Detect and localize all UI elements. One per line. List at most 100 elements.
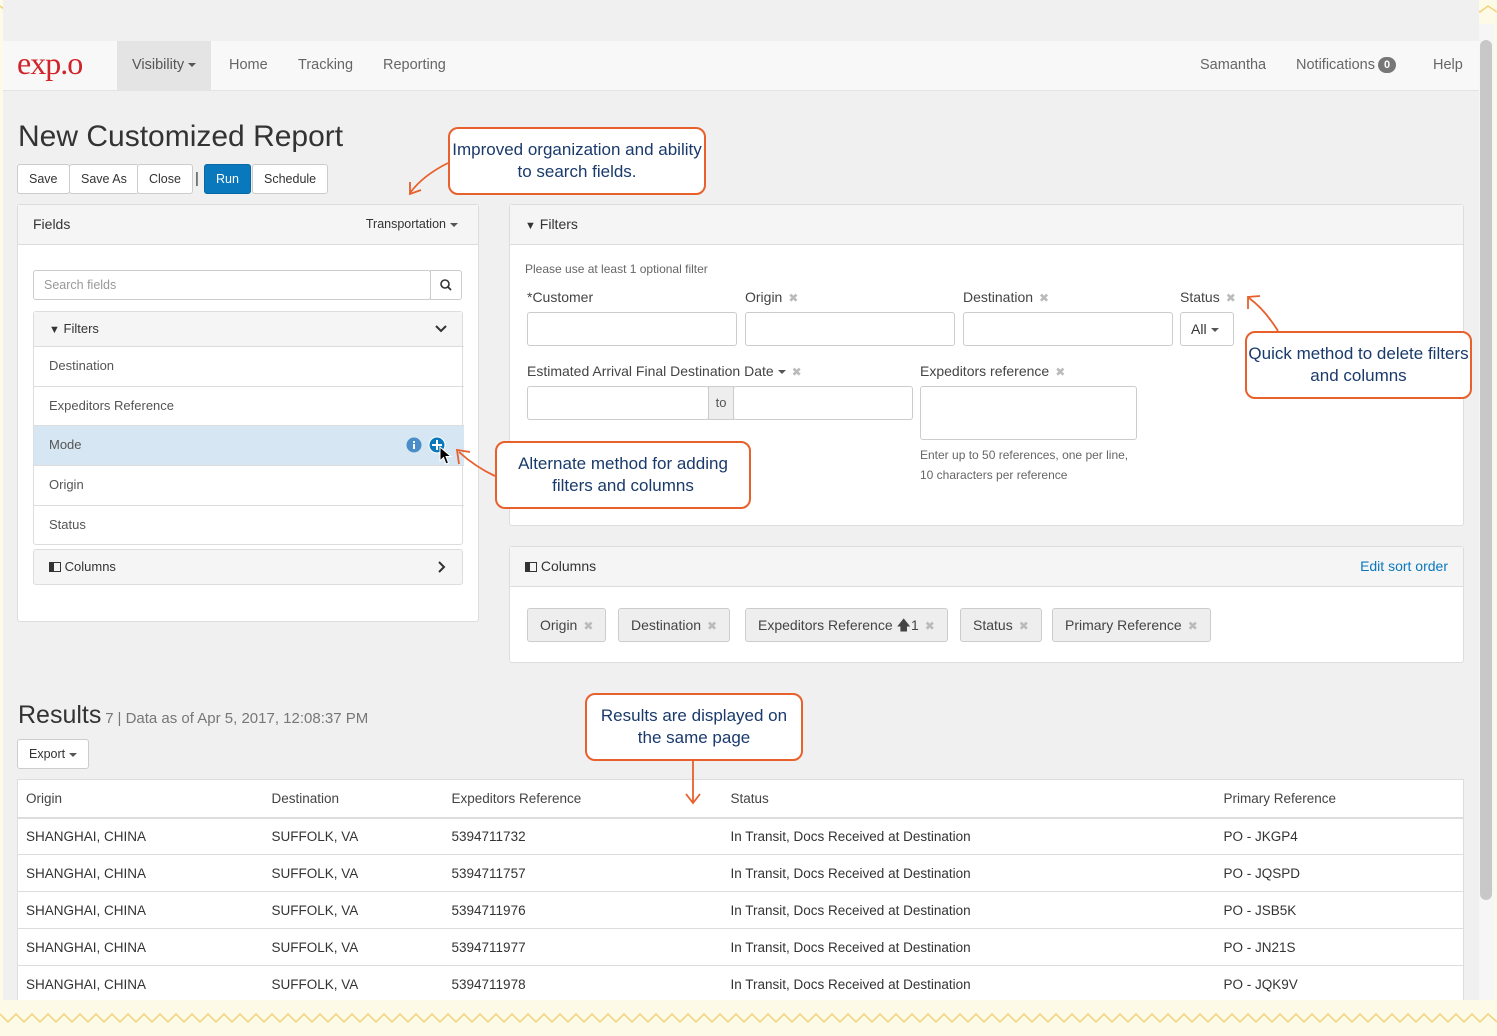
chevron-down-icon (435, 325, 447, 333)
cell-destination: SUFFOLK, VA (263, 965, 444, 1000)
filters-panel-header: ▼ Filters (510, 205, 1463, 245)
nav-help[interactable]: Help (1433, 41, 1463, 91)
page-title: New Customized Report (18, 120, 344, 153)
fields-title: Fields (33, 216, 71, 232)
reference-help-1: Enter up to 50 references, one per line, (920, 448, 1129, 462)
column-tag-primary-reference[interactable]: Primary Reference ✖ (1052, 608, 1211, 642)
date-from-input[interactable] (527, 386, 709, 420)
field-item-label: Mode (49, 437, 82, 452)
date-to-input[interactable] (733, 386, 913, 420)
destination-filter-label: Destination ✖ (963, 289, 1050, 305)
caret-down-icon (1210, 328, 1219, 333)
header-origin[interactable]: Origin (17, 779, 264, 819)
field-item-mode[interactable]: Mode (34, 425, 464, 465)
destination-input[interactable] (963, 312, 1173, 346)
header-expeditors-reference[interactable]: Expeditors Reference (443, 779, 723, 819)
nav-visibility-dropdown[interactable]: Visibility (117, 41, 212, 91)
remove-date-icon[interactable]: ✖ (792, 365, 802, 379)
field-item-destination[interactable]: Destination (34, 346, 464, 386)
nav-home[interactable]: Home (229, 41, 268, 91)
remove-tag-icon[interactable]: ✖ (707, 619, 717, 633)
header-status[interactable]: Status (722, 779, 1216, 819)
fields-panel-header: Fields Transportation (18, 205, 478, 245)
callout-delete: Quick method to delete filters and colum… (1245, 331, 1472, 399)
cell-status: In Transit, Docs Received at Destination (722, 817, 1216, 855)
column-tag-destination[interactable]: Destination ✖ (618, 608, 731, 642)
nav-reporting[interactable]: Reporting (383, 41, 446, 91)
edit-sort-order-link[interactable]: Edit sort order (1360, 547, 1448, 585)
caret-down-icon (69, 752, 78, 757)
logo[interactable]: exp.o (17, 45, 83, 82)
reference-textarea[interactable] (920, 386, 1137, 440)
caret-down-icon (450, 222, 458, 227)
remove-origin-icon[interactable]: ✖ (788, 291, 798, 305)
cell-reference: 5394711977 (443, 928, 723, 966)
export-dropdown[interactable]: Export (17, 739, 90, 769)
bottom-torn-edge (0, 1012, 1497, 1024)
results-timestamp: | Data as of Apr 5, 2017, 12:08:37 PM (117, 710, 369, 727)
schedule-button[interactable]: Schedule (252, 164, 329, 194)
date-filter-label[interactable]: Estimated Arrival Final Destination Date… (527, 363, 802, 379)
filters-accordion-header[interactable]: ▼ Filters (34, 312, 462, 346)
table-row[interactable]: SHANGHAI, CHINA SUFFOLK, VA 5394711732 In T… (17, 817, 1464, 855)
columns-icon (49, 562, 61, 572)
table-header-row: Origin Destination Expeditors Reference … (17, 779, 1464, 819)
save-as-button[interactable]: Save As (69, 164, 139, 194)
table-row[interactable]: SHANGHAI, CHINA SUFFOLK, VA 5394711757 In T… (17, 854, 1464, 892)
date-range-to: to (708, 386, 734, 420)
header-destination[interactable]: Destination (263, 779, 444, 819)
header-primary-reference[interactable]: Primary Reference (1215, 779, 1464, 819)
cell-reference: 5394711978 (443, 965, 723, 1000)
nav-notifications[interactable]: Notifications 0 (1296, 41, 1397, 91)
info-icon[interactable] (406, 437, 422, 453)
columns-accordion-header[interactable]: Columns (33, 549, 463, 585)
remove-reference-icon[interactable]: ✖ (1055, 365, 1065, 379)
field-item-status[interactable]: Status (34, 505, 464, 545)
remove-tag-icon[interactable]: ✖ (1188, 619, 1198, 633)
remove-tag-icon[interactable]: ✖ (583, 619, 593, 633)
status-select[interactable]: All (1180, 312, 1234, 346)
search-button[interactable] (430, 270, 462, 300)
save-button[interactable]: Save (17, 164, 70, 194)
field-item-expeditors-reference[interactable]: Expeditors Reference (34, 386, 464, 426)
category-dropdown[interactable]: Transportation (366, 205, 458, 243)
cell-primary-reference: PO - JSB5K (1215, 891, 1464, 929)
cell-destination: SUFFOLK, VA (263, 854, 444, 892)
button-separator: | (195, 170, 199, 187)
cell-status: In Transit, Docs Received at Destination (722, 965, 1216, 1000)
remove-tag-icon[interactable]: ✖ (925, 619, 935, 633)
top-navbar: exp.o Visibility Home Tracking Reporting… (3, 41, 1479, 91)
cell-destination: SUFFOLK, VA (263, 928, 444, 966)
scrollbar-thumb[interactable] (1480, 40, 1492, 900)
results-heading: Results 7 | Data as of Apr 5, 2017, 12:0… (18, 701, 368, 730)
table-row[interactable]: SHANGHAI, CHINA SUFFOLK, VA 5394711976 In T… (17, 891, 1464, 929)
origin-input[interactable] (745, 312, 955, 346)
cell-status: In Transit, Docs Received at Destination (722, 891, 1216, 929)
field-item-origin[interactable]: Origin (34, 465, 464, 505)
table-row[interactable]: SHANGHAI, CHINA SUFFOLK, VA 5394711977 In T… (17, 928, 1464, 966)
remove-status-icon[interactable]: ✖ (1226, 291, 1236, 305)
reference-help-2: 10 characters per reference (920, 468, 1068, 482)
run-button[interactable]: Run (204, 164, 251, 194)
nav-tracking[interactable]: Tracking (298, 41, 353, 91)
callout-organization: Improved organization and ability to sea… (448, 127, 706, 195)
search-fields-input[interactable]: Search fields (33, 270, 431, 300)
column-tag-status[interactable]: Status ✖ (960, 608, 1042, 642)
column-tag-expeditors-reference[interactable]: Expeditors Reference 🡅1 ✖ (745, 608, 948, 642)
cell-primary-reference: PO - JQK9V (1215, 965, 1464, 1000)
customer-input[interactable] (527, 312, 737, 346)
results-count: 7 (105, 710, 114, 727)
sort-order-number: 1 (910, 617, 919, 633)
remove-destination-icon[interactable]: ✖ (1039, 291, 1049, 305)
column-tag-origin[interactable]: Origin ✖ (527, 608, 607, 642)
results-table: Origin Destination Expeditors Reference … (17, 779, 1464, 1000)
cell-primary-reference: PO - JN21S (1215, 928, 1464, 966)
nav-user[interactable]: Samantha (1200, 41, 1266, 91)
remove-tag-icon[interactable]: ✖ (1019, 619, 1029, 633)
chevron-right-icon (438, 561, 446, 573)
close-button[interactable]: Close (137, 164, 193, 194)
callout-alternate: Alternate method for adding filters and … (495, 441, 751, 509)
table-row[interactable]: SHANGHAI, CHINA SUFFOLK, VA 5394711978 In T… (17, 965, 1464, 1000)
cell-primary-reference: PO - JKGP4 (1215, 817, 1464, 855)
search-icon (440, 279, 452, 291)
